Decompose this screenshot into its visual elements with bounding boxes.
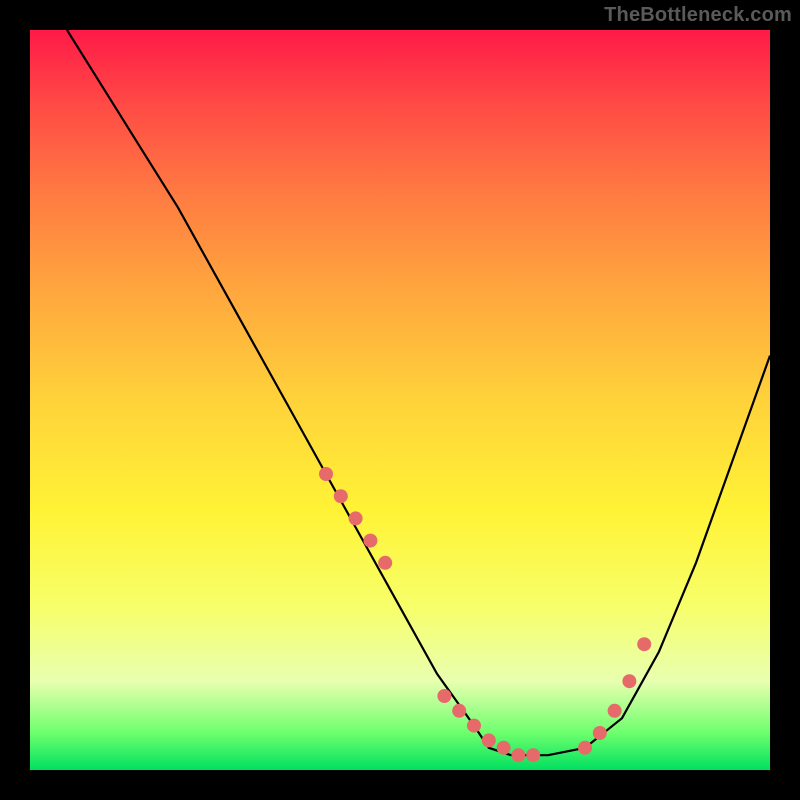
marker-dot bbox=[608, 704, 622, 718]
marker-dot bbox=[482, 733, 496, 747]
marker-dot bbox=[511, 748, 525, 762]
marker-dot bbox=[526, 748, 540, 762]
plot-area bbox=[30, 30, 770, 770]
watermark-text: TheBottleneck.com bbox=[604, 4, 792, 27]
chart-frame: TheBottleneck.com bbox=[0, 0, 800, 800]
marker-dot bbox=[363, 534, 377, 548]
marker-dot bbox=[497, 741, 511, 755]
marker-dot bbox=[334, 489, 348, 503]
chart-svg bbox=[30, 30, 770, 770]
marker-dot bbox=[349, 511, 363, 525]
marker-dot bbox=[319, 467, 333, 481]
marker-dot bbox=[467, 719, 481, 733]
marker-dot bbox=[378, 556, 392, 570]
marker-dot bbox=[437, 689, 451, 703]
marker-dot bbox=[637, 637, 651, 651]
curve-line bbox=[67, 30, 770, 755]
marker-dot bbox=[622, 674, 636, 688]
marker-dot bbox=[578, 741, 592, 755]
marker-dot bbox=[452, 704, 466, 718]
marker-dot bbox=[593, 726, 607, 740]
marker-group bbox=[319, 467, 651, 762]
